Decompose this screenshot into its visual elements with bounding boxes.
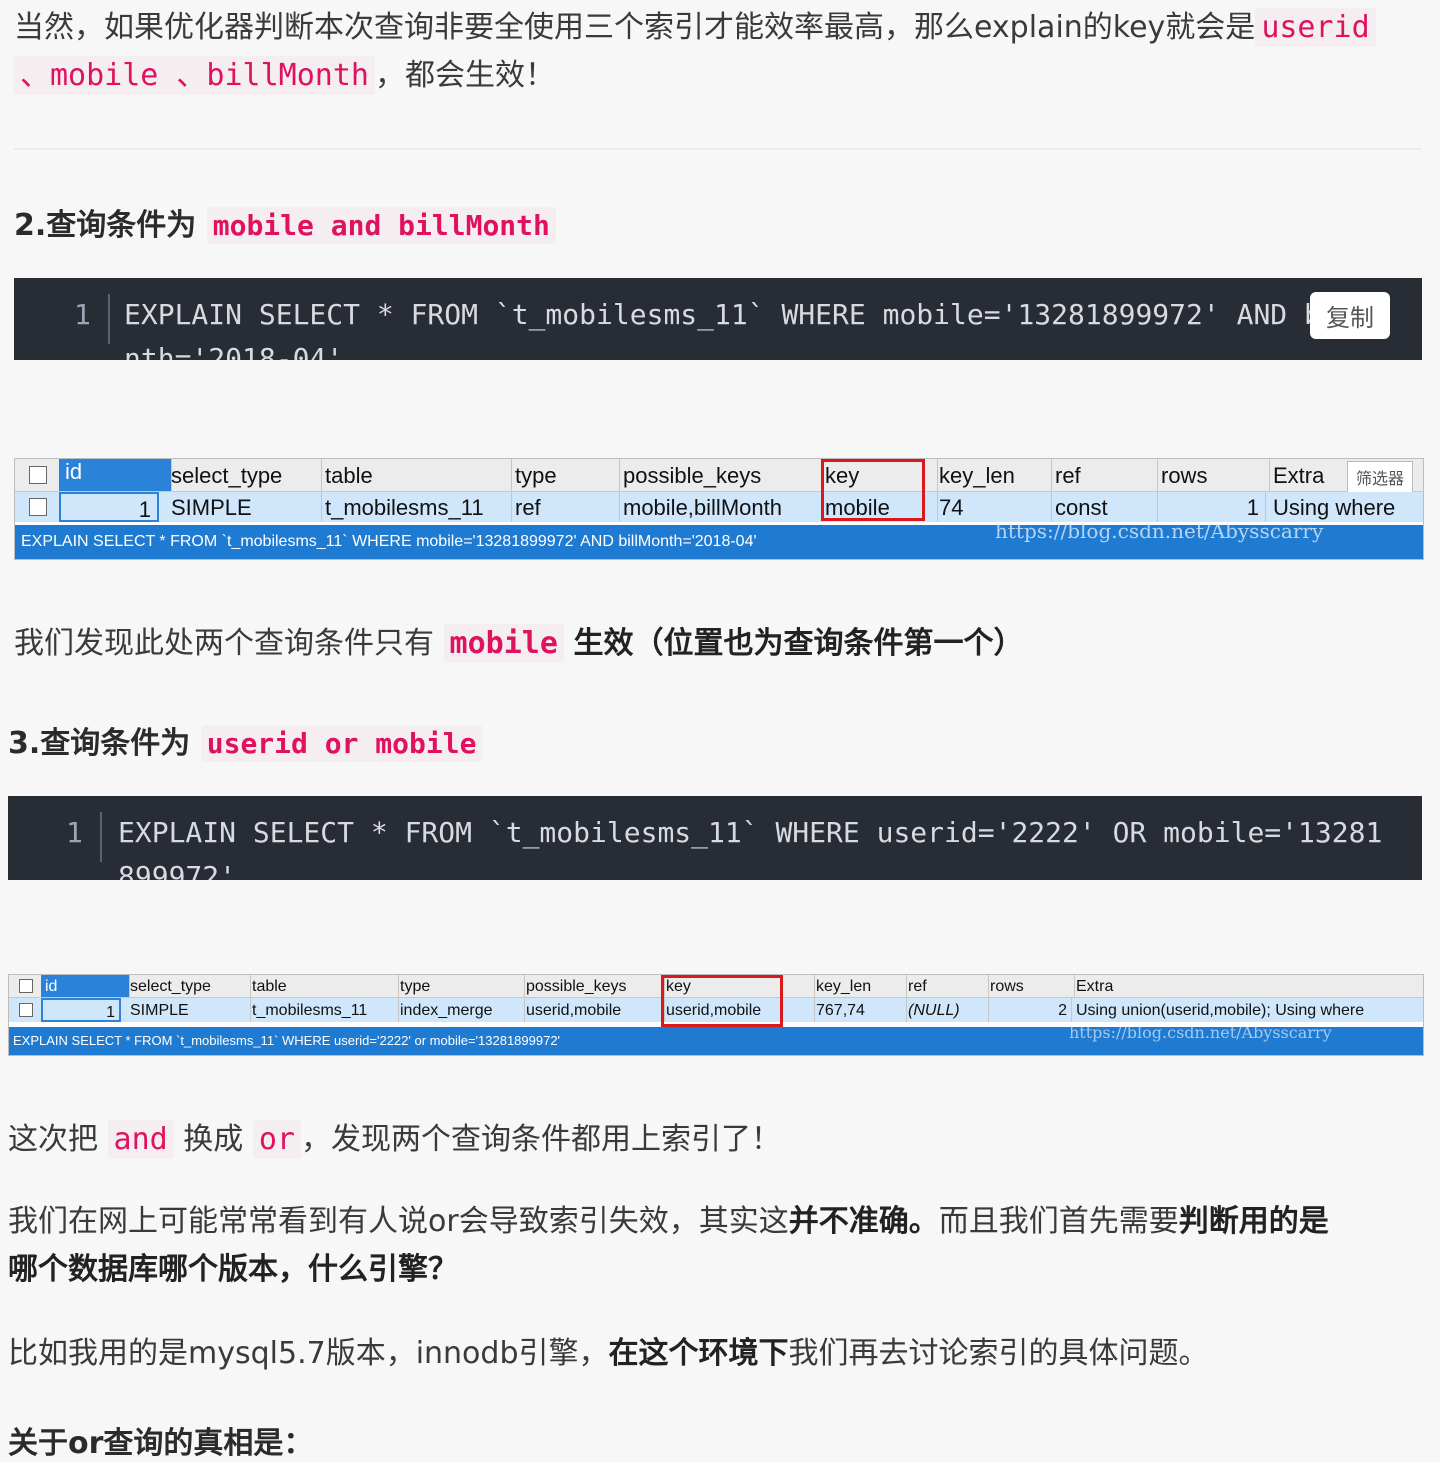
para3-bold-1: 在这个环境下 xyxy=(608,1336,789,1371)
section3-heading: 3.查询条件为 userid or mobile xyxy=(8,718,483,762)
col-extra[interactable]: Extra xyxy=(1073,975,1416,997)
col-key-len[interactable]: key_len xyxy=(935,459,1052,491)
section2-heading-text: 2.查询条件为 xyxy=(14,208,197,243)
select-all-checkbox[interactable] xyxy=(19,979,33,993)
col-type[interactable]: type xyxy=(511,459,620,491)
section2-heading: 2.查询条件为 mobile and billMonth xyxy=(14,200,556,244)
intro-text-after: ，都会生效！ xyxy=(374,58,555,93)
inline-code-or: or xyxy=(252,1120,301,1159)
row-checkbox[interactable] xyxy=(29,498,47,516)
line-separator xyxy=(108,294,110,344)
col-type[interactable]: type xyxy=(397,975,525,997)
col-rows[interactable]: rows xyxy=(987,975,1075,997)
col-key-len[interactable]: key_len xyxy=(813,975,907,997)
cell-possible-keys: userid,mobile xyxy=(523,998,665,1022)
section3-heading-code: userid or mobile xyxy=(200,725,483,762)
cell-id: 1 xyxy=(59,492,159,522)
section2-note: 我们发现此处两个查询条件只有 mobile 生效（位置也为查询条件第一个） xyxy=(14,620,1023,668)
code-line: EXPLAIN SELECT * FROM `t_mobilesms_11` W… xyxy=(118,816,1383,849)
explain-result-grid-2: id select_type table type possible_keys … xyxy=(8,974,1424,1056)
inline-code-mobile-billmonth: 、mobile 、billMonth xyxy=(14,56,375,95)
cell-rows: 1 xyxy=(1157,492,1266,522)
para2-bold-2: 判断用的是 xyxy=(1178,1204,1329,1239)
cell-select-type: SIMPLE xyxy=(127,998,251,1022)
col-id[interactable]: id xyxy=(41,975,130,997)
note-text-suffix: 生效（位置也为查询条件第一个） xyxy=(573,626,1024,661)
para2-bold-1: 并不准确。 xyxy=(788,1204,939,1239)
cell-rows: 2 xyxy=(987,998,1072,1022)
explain-result-grid-1: id select_type table type possible_keys … xyxy=(14,458,1424,560)
cell-id: 1 xyxy=(41,998,121,1022)
cell-ref: (NULL) xyxy=(905,998,989,1022)
copy-button[interactable]: 复制 xyxy=(1310,292,1390,339)
code-block-query3: 1 EXPLAIN SELECT * FROM `t_mobilesms_11`… xyxy=(8,796,1422,880)
col-table[interactable]: table xyxy=(321,459,512,491)
para2-bold-3: 哪个数据库哪个版本，什么引擎？ xyxy=(8,1252,458,1287)
para1-text-1: 这次把 xyxy=(8,1122,98,1157)
note-text-prefix: 我们发现此处两个查询条件只有 xyxy=(14,626,434,661)
paragraph-or-index: 我们在网上可能常常看到有人说or会导致索引失效，其实这并不准确。而且我们首先需要… xyxy=(8,1198,1418,1294)
cell-table: t_mobilesms_11 xyxy=(321,492,512,522)
highlight-box-key xyxy=(661,975,783,1027)
intro-text-before: 当然，如果优化器判断本次查询非要全使用三个索引才能效率最高，那么explain的… xyxy=(14,10,1256,45)
col-ref[interactable]: ref xyxy=(905,975,989,997)
cell-key-len: 74 xyxy=(935,492,1052,522)
section3-heading-text: 3.查询条件为 xyxy=(8,726,191,761)
inline-code-and: and xyxy=(107,1120,174,1159)
col-possible-keys[interactable]: possible_keys xyxy=(523,975,665,997)
cell-select-type: SIMPLE xyxy=(167,492,322,522)
paragraph-environment: 比如我用的是mysql5.7版本，innodb引擎，在这个环境下我们再去讨论索引… xyxy=(8,1330,1209,1378)
watermark: https://blog.csdn.net/Abysscarry xyxy=(1069,1023,1332,1042)
cell-key-len: 767,74 xyxy=(813,998,907,1022)
select-all-checkbox[interactable] xyxy=(29,466,47,484)
line-separator xyxy=(100,812,102,862)
col-ref[interactable]: ref xyxy=(1051,459,1158,491)
col-possible-keys[interactable]: possible_keys xyxy=(619,459,822,491)
intro-paragraph: 当然，如果优化器判断本次查询非要全使用三个索引才能效率最高，那么explain的… xyxy=(14,4,1414,100)
para2-text-1: 我们在网上可能常常看到有人说or会导致索引失效，其实这 xyxy=(8,1204,789,1239)
para2-text-2: 而且我们首先需要 xyxy=(938,1204,1179,1239)
status-query-text: EXPLAIN SELECT * FROM `t_mobilesms_11` W… xyxy=(13,1033,561,1048)
watermark: https://blog.csdn.net/Abysscarry xyxy=(995,519,1324,543)
table-row[interactable]: 1 SIMPLE t_mobilesms_11 ref mobile,billM… xyxy=(15,492,1423,522)
code-block-query2: 1 EXPLAIN SELECT * FROM `t_mobilesms_11`… xyxy=(14,278,1422,360)
cell-table: t_mobilesms_11 xyxy=(249,998,399,1022)
filter-button[interactable]: 筛选器 xyxy=(1347,461,1414,493)
para3-text-1: 比如我用的是mysql5.7版本，innodb引擎， xyxy=(8,1336,609,1371)
para1-text-2: 换成 xyxy=(183,1122,244,1157)
cell-ref: const xyxy=(1051,492,1158,522)
col-select-type[interactable]: select_type xyxy=(127,975,251,997)
para3-text-2: 我们再去讨论索引的具体问题。 xyxy=(788,1336,1209,1371)
cell-possible-keys: mobile,billMonth xyxy=(619,492,822,522)
status-query-text: EXPLAIN SELECT * FROM `t_mobilesms_11` W… xyxy=(21,533,757,550)
cell-type: ref xyxy=(511,492,620,522)
code-line-wrap: nth='2018-04' xyxy=(124,342,344,360)
cell-extra: Using where xyxy=(1273,495,1396,520)
note-inline-code: mobile xyxy=(443,624,564,663)
grid-header-row: id select_type table type possible_keys … xyxy=(15,459,1423,493)
row-checkbox[interactable] xyxy=(19,1003,33,1017)
cell-extra: Using union(userid,mobile); Using where xyxy=(1076,1002,1365,1019)
final-heading: 关于or查询的真相是： xyxy=(8,1426,314,1461)
col-select-type[interactable]: select_type xyxy=(167,459,322,491)
col-rows[interactable]: rows xyxy=(1157,459,1270,491)
section2-heading-code: mobile and billMonth xyxy=(206,207,556,244)
para1-text-3: ，发现两个查询条件都用上索引了！ xyxy=(300,1122,781,1157)
cell-type: index_merge xyxy=(397,998,525,1022)
inline-code-userid: userid xyxy=(1255,8,1376,47)
highlight-box-key xyxy=(821,459,925,521)
line-number: 1 xyxy=(74,298,91,331)
paragraph-and-or: 这次把 and 换成 or ，发现两个查询条件都用上索引了！ xyxy=(8,1116,781,1164)
code-line: EXPLAIN SELECT * FROM `t_mobilesms_11` W… xyxy=(124,298,1338,331)
col-table[interactable]: table xyxy=(249,975,399,997)
line-number: 1 xyxy=(66,816,83,849)
col-id[interactable]: id xyxy=(59,459,172,491)
code-line-wrap: 899972' xyxy=(118,860,237,880)
section-divider xyxy=(14,148,1422,150)
